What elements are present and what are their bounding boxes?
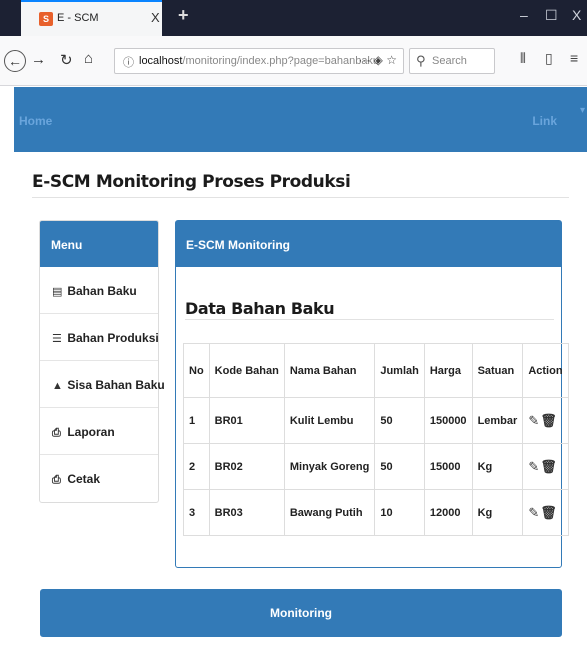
page-actions[interactable]: ··· ◈ ☆ — [358, 53, 397, 67]
monitoring-button[interactable]: Monitoring — [40, 589, 562, 637]
column-header: Jumlah — [374, 343, 425, 398]
browser-tab[interactable]: S E - SCM X — [21, 0, 162, 36]
table-cell: BR02 — [208, 443, 285, 490]
column-header: No — [183, 343, 210, 398]
title-divider — [32, 197, 569, 198]
caret-down-icon[interactable]: ▾ — [580, 105, 585, 116]
sidebar-item-label: Laporan — [67, 425, 115, 439]
column-header: Harga — [423, 343, 473, 398]
sidebar-item-label: Bahan Baku — [67, 284, 137, 298]
home-icon[interactable]: ⌂ — [84, 50, 93, 67]
trash-icon[interactable]: 🗑 — [540, 459, 558, 474]
search-input[interactable]: ⚲ Search — [409, 48, 495, 74]
print-icon: ⎙ — [52, 427, 61, 439]
maximize-button[interactable]: ☐ — [545, 7, 558, 24]
action-cell: ✎🗑 — [522, 397, 569, 444]
table-cell: Kg — [471, 443, 524, 490]
table-cell: 12000 — [423, 489, 473, 536]
tab-title: E - SCM — [57, 12, 99, 24]
sidebar-item-label: Sisa Bahan Baku — [67, 378, 165, 392]
sidebar-icon[interactable]: ▯ — [545, 50, 553, 67]
column-header: Action — [522, 343, 569, 398]
pocket-icon[interactable]: ◈ — [374, 53, 383, 67]
column-header: Nama Bahan — [283, 343, 376, 398]
browser-tab-bar: S E - SCM X + – ☐ X — [0, 0, 587, 36]
minimize-button[interactable]: – — [520, 7, 528, 23]
action-cell: ✎🗑 — [522, 443, 569, 490]
sidebar-item-label: Bahan Produksi — [67, 331, 159, 345]
print-icon: ⎙ — [52, 474, 61, 486]
table-cell: 3 — [183, 489, 210, 536]
table-cell: BR01 — [208, 397, 285, 444]
table-cell: Lembar — [471, 397, 524, 444]
monitoring-panel: E-SCM Monitoring Data Bahan Baku No Kode… — [175, 220, 569, 568]
url-bar[interactable]: ⓘ localhost/monitoring/index.php?page=ba… — [114, 48, 404, 74]
table-row: 2 BR02 Minyak Goreng 50 15000 Kg ✎🗑 — [183, 443, 569, 490]
sidebar-item-label: Cetak — [67, 472, 101, 486]
back-button[interactable]: ← — [4, 50, 26, 72]
search-placeholder: Search — [432, 55, 467, 67]
menu-hamburger-icon[interactable]: ≡ — [570, 50, 578, 66]
browser-navbar: ← → ↻ ⌂ ⓘ localhost/monitoring/index.php… — [0, 36, 587, 86]
flask-icon: ▲ — [52, 380, 63, 392]
edit-icon[interactable]: ✎ — [528, 505, 540, 520]
bahan-baku-table: No Kode Bahan Nama Bahan Jumlah Harga Sa… — [183, 343, 569, 536]
edit-icon[interactable]: ✎ — [528, 413, 540, 428]
sidebar-item-bahan-baku[interactable]: ▤ Bahan Baku — [40, 267, 158, 314]
sidebar-item-bahan-produksi[interactable]: ☰ Bahan Produksi — [40, 314, 159, 361]
favicon-icon: S — [39, 12, 53, 26]
trash-icon[interactable]: 🗑 — [540, 505, 558, 520]
table-row: 1 BR01 Kulit Lembu 50 150000 Lembar ✎🗑 — [183, 397, 569, 444]
table-cell: Kulit Lembu — [283, 397, 376, 444]
table-cell: Minyak Goreng — [283, 443, 376, 490]
tab-close-button[interactable]: X — [151, 10, 160, 25]
table-cell: 1 — [183, 397, 210, 444]
nav-link[interactable]: Link — [532, 114, 557, 128]
table-cell: 15000 — [423, 443, 473, 490]
section-divider — [185, 319, 554, 320]
column-header: Kode Bahan — [208, 343, 285, 398]
table-cell: BR03 — [208, 489, 285, 536]
menu-heading: Menu — [40, 221, 158, 267]
trash-icon[interactable]: 🗑 — [540, 413, 558, 428]
action-cell: ✎🗑 — [522, 489, 569, 536]
table-cell: 150000 — [423, 397, 473, 444]
table-header-row: No Kode Bahan Nama Bahan Jumlah Harga Sa… — [183, 343, 569, 398]
page-title: E-SCM Monitoring Proses Produksi — [32, 172, 351, 192]
database-icon: ☰ — [52, 333, 62, 345]
table-cell: 50 — [374, 443, 425, 490]
sidebar-item-cetak[interactable]: ⎙ Cetak — [40, 455, 158, 502]
section-title: Data Bahan Baku — [185, 299, 335, 318]
book-icon: ▤ — [52, 286, 63, 298]
table-row: 3 BR03 Bawang Putih 10 12000 Kg ✎🗑 — [183, 489, 569, 536]
bookmark-star-icon[interactable]: ☆ — [386, 53, 397, 67]
table-cell: 50 — [374, 397, 425, 444]
table-cell: Kg — [471, 489, 524, 536]
forward-button[interactable]: → — [31, 51, 46, 68]
reload-icon[interactable]: ↻ — [60, 51, 73, 69]
table-cell: 2 — [183, 443, 210, 490]
search-icon: ⚲ — [416, 53, 426, 68]
more-actions-icon[interactable]: ··· — [358, 53, 370, 67]
library-icon[interactable]: ⫴ — [520, 50, 526, 67]
panel-heading: E-SCM Monitoring — [176, 221, 561, 267]
nav-home-link[interactable]: Home — [19, 114, 52, 128]
new-tab-button[interactable]: + — [178, 5, 189, 26]
url-text[interactable]: localhost/monitoring/index.php?page=baha… — [139, 55, 379, 67]
table-cell: 10 — [374, 489, 425, 536]
edit-icon[interactable]: ✎ — [528, 459, 540, 474]
info-icon[interactable]: ⓘ — [123, 54, 134, 70]
table-cell: Bawang Putih — [283, 489, 376, 536]
column-header: Satuan — [471, 343, 524, 398]
site-navbar: Home Link ▾ — [14, 87, 587, 152]
sidebar-item-laporan[interactable]: ⎙ Laporan — [40, 408, 158, 455]
sidebar-menu: Menu ▤ Bahan Baku ☰ Bahan Produksi ▲ Sis… — [39, 220, 165, 503]
close-window-button[interactable]: X — [572, 7, 581, 23]
sidebar-item-sisa-bahan-baku[interactable]: ▲ Sisa Bahan Baku — [40, 361, 165, 408]
